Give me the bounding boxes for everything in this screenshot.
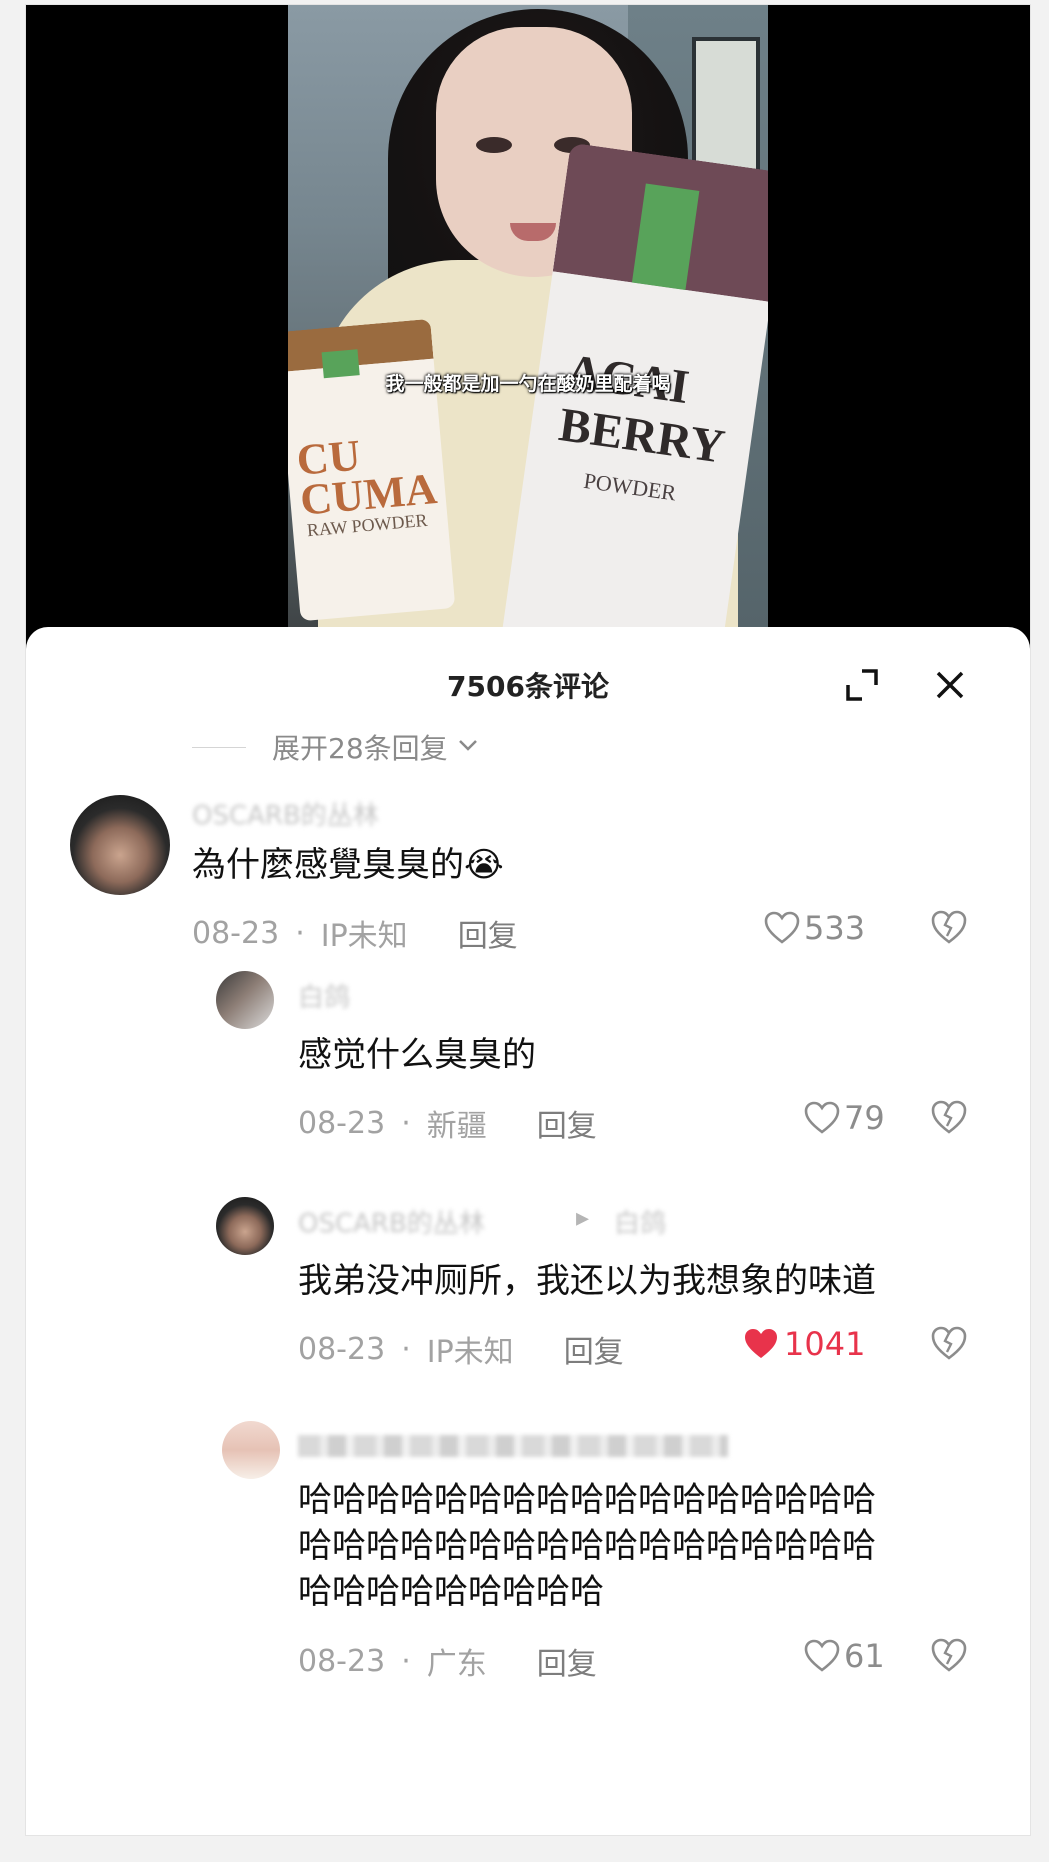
comment-date: 08-23	[298, 1331, 386, 1367]
reply-button[interactable]: 回复	[537, 1101, 597, 1145]
comment-location: 新疆	[426, 1109, 487, 1144]
like-button[interactable]: 533	[764, 909, 865, 947]
like-button[interactable]: 79	[804, 1099, 885, 1137]
separator-dot: ·	[401, 1105, 411, 1141]
broken-heart-icon[interactable]	[930, 1637, 968, 1677]
comment-meta: 08-23 · IP未知 回复	[298, 1327, 624, 1371]
comment-date: 08-23	[298, 1105, 386, 1141]
comment-meta: 08-23 · 广东 回复	[298, 1639, 597, 1683]
avatar[interactable]	[70, 795, 170, 895]
app-frame: CU CUMA RAW POWDER ACAI BERRY POWDER 我一般…	[26, 5, 1030, 1835]
sheet-header: 7506条评论	[26, 665, 1030, 705]
comment-date: 08-23	[298, 1643, 386, 1679]
expand-replies-label: 展开28条回复	[272, 732, 448, 765]
broken-heart-icon[interactable]	[930, 1099, 968, 1139]
broken-heart-icon[interactable]	[930, 909, 968, 949]
reply-button[interactable]: 回复	[564, 1327, 624, 1371]
heart-icon	[764, 911, 800, 944]
expand-icon[interactable]	[842, 665, 882, 705]
video-caption: 我一般都是加一勺在酸奶里配着喝	[385, 373, 671, 395]
avatar[interactable]	[216, 971, 274, 1029]
like-button[interactable]: 61	[804, 1637, 885, 1675]
comment-text: 為什麼感覺臭臭的😭	[192, 845, 504, 885]
like-button[interactable]: 1041	[742, 1325, 865, 1363]
avatar[interactable]	[216, 1197, 274, 1255]
comment-username[interactable]: OSCARB的丛林	[298, 1203, 485, 1240]
comment-username[interactable]: 白鸽	[298, 977, 350, 1014]
like-count: 61	[844, 1637, 885, 1675]
separator-dot: ·	[401, 1643, 411, 1679]
reply-button[interactable]: 回复	[537, 1639, 597, 1683]
comment-meta: 08-23 · 新疆 回复	[298, 1101, 597, 1145]
broken-heart-icon[interactable]	[930, 1325, 968, 1365]
heart-icon	[804, 1639, 840, 1672]
bag-right-subtext: POWDER	[582, 467, 678, 506]
reply-button[interactable]: 回复	[458, 911, 518, 955]
comment-username[interactable]: OSCARB的丛林	[192, 795, 379, 832]
like-count: 1041	[784, 1325, 866, 1363]
redacted-username	[298, 1435, 728, 1457]
like-count: 79	[844, 1099, 885, 1137]
comment-meta: 08-23 · IP未知 回复	[192, 911, 518, 955]
bag-label	[631, 183, 700, 290]
bag-left-text: CU CUMA	[294, 430, 439, 525]
comment-text: 感觉什么臭臭的	[298, 1035, 536, 1075]
comment-text: 哈哈哈哈哈哈哈哈哈哈哈哈哈哈哈哈哈哈哈哈哈哈哈哈哈哈哈哈哈哈哈哈哈哈哈哈哈哈哈哈…	[298, 1480, 876, 1612]
bag-right-text: ACAI BERRY	[555, 344, 728, 474]
eye-left	[476, 137, 512, 153]
like-count: 533	[804, 909, 866, 947]
video-player[interactable]: CU CUMA RAW POWDER ACAI BERRY POWDER 我一般…	[288, 5, 768, 630]
expand-replies-button[interactable]: 展开28条回复	[192, 729, 480, 765]
heart-icon	[804, 1101, 840, 1134]
comment-text: 我弟没冲厕所，我还以为我想象的味道	[298, 1261, 876, 1301]
chevron-down-icon	[456, 731, 480, 764]
heart-filled-icon	[745, 1329, 777, 1358]
separator-dot: ·	[295, 915, 305, 951]
comment-location: IP未知	[426, 1335, 514, 1370]
mouth	[510, 223, 556, 241]
separator-dot: ·	[401, 1331, 411, 1367]
comment-sheet: 7506条评论 展开28条回复 OSCARB的丛林 為什麼感覺臭臭的😭 08-2…	[26, 627, 1030, 1835]
comment-date: 08-23	[192, 915, 280, 951]
divider-line	[192, 746, 246, 748]
product-bag-left: CU CUMA RAW POWDER	[288, 318, 456, 622]
avatar[interactable]	[222, 1421, 280, 1479]
comment-location: 广东	[426, 1647, 487, 1682]
reply-to-username[interactable]: 白鸽	[614, 1203, 666, 1240]
comment-location: IP未知	[320, 919, 408, 954]
reply-arrow-icon: ▸	[576, 1203, 590, 1233]
close-icon[interactable]	[930, 665, 970, 705]
